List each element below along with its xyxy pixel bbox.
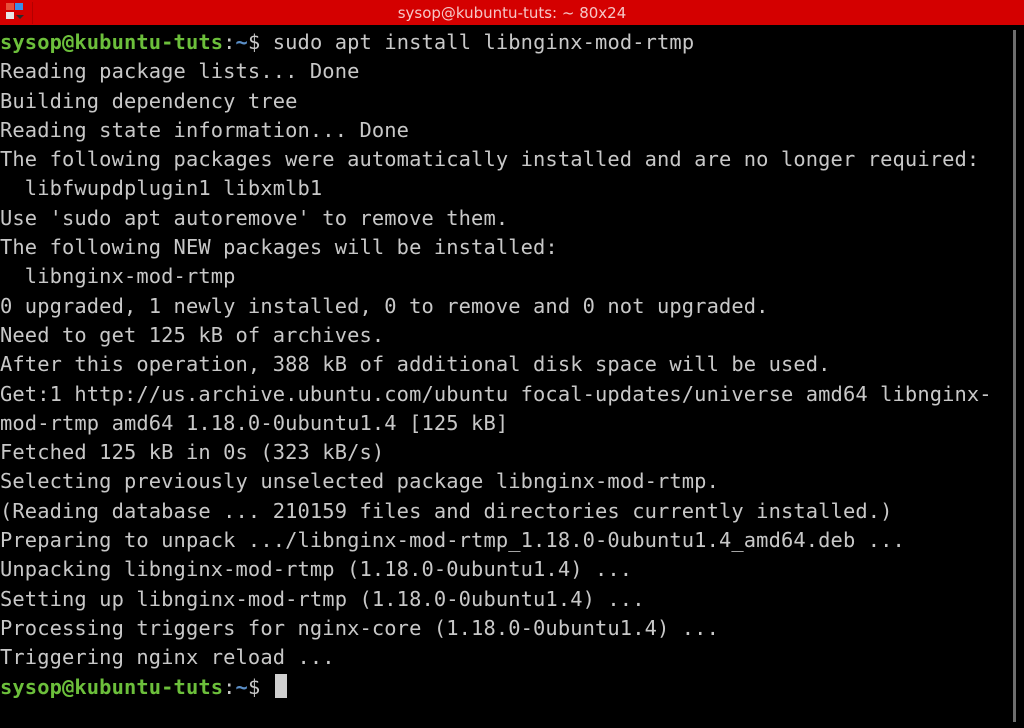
output-line: libnginx-mod-rtmp [0, 264, 236, 289]
prompt-colon: : [223, 30, 236, 54]
output-line: After this operation, 388 kB of addition… [0, 352, 831, 377]
output-line: Use 'sudo apt autoremove' to remove them… [0, 205, 509, 230]
terminal-output-area[interactable]: sysop@kubuntu-tuts:~$ sudo apt install l… [0, 28, 1000, 728]
output-line: Reading package lists... Done [0, 59, 360, 84]
terminal-scrollbar[interactable] [1013, 30, 1016, 722]
output-line: 0 upgraded, 1 newly installed, 0 to remo… [0, 293, 769, 318]
output-line: Reading state information... Done [0, 117, 410, 142]
output-line: Selecting previously unselected package … [0, 469, 719, 494]
output-line: The following NEW packages will be insta… [0, 235, 558, 260]
app-icon-square [6, 3, 14, 10]
text-cursor [274, 673, 287, 698]
prompt-dollar: $ [247, 674, 273, 699]
active-prompt-line[interactable]: sysop@kubuntu-tuts:~$ [0, 673, 1000, 702]
output-line: Triggering nginx reload ... [0, 645, 335, 670]
command-line: sysop@kubuntu-tuts:~$ sudo apt install l… [0, 28, 1000, 57]
output-line: Preparing to unpack .../libnginx-mod-rtm… [0, 528, 905, 553]
app-icon-square [6, 12, 14, 19]
konsole-app-icon[interactable] [2, 2, 33, 24]
output-line: mod-rtmp amd64 1.18.0-0ubuntu1.4 [125 kB… [0, 410, 509, 435]
prompt-dollar: $ [247, 30, 273, 54]
app-icon-square [15, 3, 23, 10]
window-titlebar[interactable]: sysop@kubuntu-tuts: ~ 80x24 [0, 0, 1024, 25]
output-line: Building dependency tree [0, 88, 298, 113]
prompt-colon: : [223, 674, 236, 699]
output-line: Fetched 125 kB in 0s (323 kB/s) [0, 440, 385, 465]
chevron-down-icon [16, 15, 24, 19]
prompt-user-host: sysop@kubuntu-tuts [0, 30, 224, 54]
output-line: The following packages were automaticall… [0, 147, 980, 172]
prompt-directory: ~ [235, 30, 248, 54]
command-output: Reading package lists... Done Building de… [0, 57, 1000, 672]
output-line: Setting up libnginx-mod-rtmp (1.18.0-0ub… [0, 586, 645, 611]
output-line: libfwupdplugin1 libxmlb1 [0, 176, 323, 201]
prompt-directory: ~ [235, 674, 248, 699]
output-line: Get:1 http://us.archive.ubuntu.com/ubunt… [0, 381, 992, 406]
command-text: sudo apt install libnginx-mod-rtmp [272, 30, 695, 54]
output-line: (Reading database ... 210159 files and d… [0, 498, 893, 523]
output-line: Unpacking libnginx-mod-rtmp (1.18.0-0ubu… [0, 557, 633, 582]
output-line: Processing triggers for nginx-core (1.18… [0, 615, 719, 640]
prompt-user-host: sysop@kubuntu-tuts [0, 674, 224, 699]
window-title: sysop@kubuntu-tuts: ~ 80x24 [397, 3, 627, 22]
output-line: Need to get 125 kB of archives. [0, 322, 385, 347]
